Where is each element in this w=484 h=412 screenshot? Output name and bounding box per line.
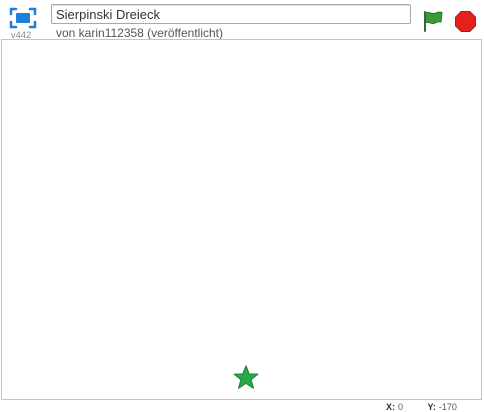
- stop-button[interactable]: [455, 11, 476, 32]
- project-title-input[interactable]: [51, 4, 411, 24]
- fullscreen-icon: [9, 7, 37, 29]
- star-icon: [233, 365, 259, 389]
- mouse-coordinates: X: 0 Y: -170: [380, 402, 457, 412]
- player-header: v442 von karin112358 (veröffentlicht): [0, 0, 484, 40]
- author-line: von karin112358 (veröffentlicht): [56, 26, 223, 40]
- stop-sign-icon: [455, 11, 476, 32]
- stage-canvas[interactable]: [1, 39, 482, 400]
- green-flag-icon: [424, 11, 443, 32]
- y-coordinate: Y: -170: [428, 402, 457, 412]
- x-coordinate: X: 0: [386, 402, 403, 412]
- fullscreen-button[interactable]: [8, 6, 38, 30]
- scratch-player: v442 von karin112358 (veröffentlicht): [0, 0, 484, 412]
- star-sprite[interactable]: [233, 365, 259, 390]
- y-label: Y:: [427, 402, 436, 412]
- y-value: -170: [438, 402, 457, 412]
- x-value: 0: [398, 402, 404, 412]
- green-flag-button[interactable]: [421, 9, 445, 33]
- x-label: X:: [386, 402, 395, 412]
